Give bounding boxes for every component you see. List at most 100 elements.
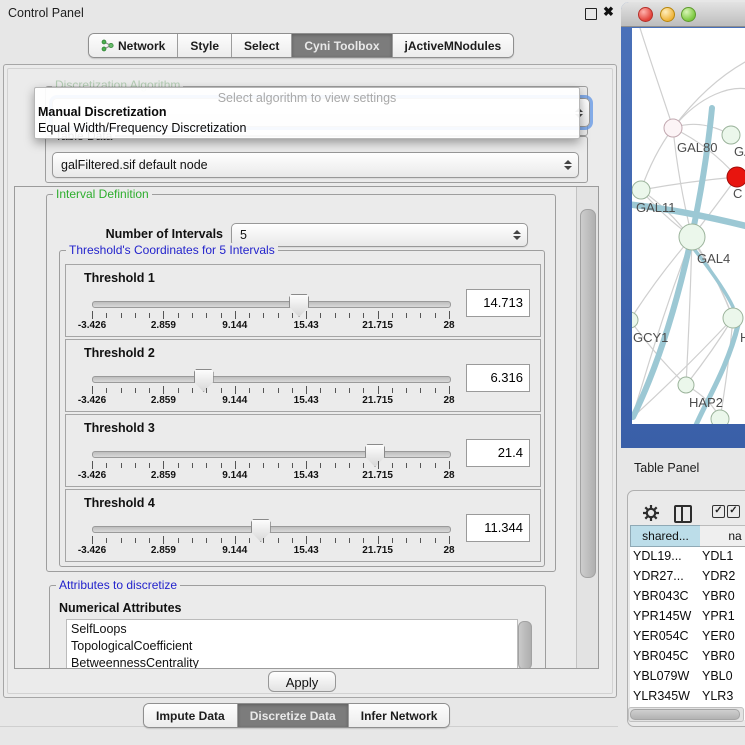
table-row[interactable]: YDL19...YDL1 [630,546,745,566]
tick-mark [192,463,193,468]
tick-mark [221,313,222,318]
tick-mark [206,463,207,468]
tick-label: 9.144 [205,395,265,406]
table-row[interactable]: YDR27...YDR2 [630,566,745,586]
tab-select[interactable]: Select [231,34,291,57]
tab-impute-data[interactable]: Impute Data [144,704,237,727]
tick-mark [192,538,193,543]
slider-thumb[interactable] [194,369,214,392]
minimize-traffic-light-icon[interactable] [660,7,675,22]
list-scrollbar-thumb[interactable] [518,621,532,669]
apply-button[interactable]: Apply [268,671,336,692]
network-node[interactable] [727,167,745,187]
tick-mark [163,536,164,544]
network-window-titlebar[interactable] [621,2,745,27]
network-node[interactable] [678,377,694,393]
cell-name: YLR3 [702,686,733,706]
zoom-traffic-light-icon[interactable] [681,7,696,22]
tick-mark [306,461,307,469]
tick-mark [349,463,350,468]
tick-mark [320,538,321,543]
tick-mark [278,313,279,318]
tick-mark [278,538,279,543]
threshold-value-field[interactable]: 6.316 [466,364,530,392]
algorithm-option[interactable]: Equal Width/Frequency Discretization [38,121,246,135]
tick-mark [221,538,222,543]
column-layout-icon[interactable] [674,505,692,523]
network-node[interactable] [723,308,743,328]
slider-track[interactable] [92,301,451,308]
tick-mark [420,463,421,468]
tab-infer-network[interactable]: Infer Network [348,704,450,727]
network-node[interactable] [632,181,650,199]
tick-mark [206,538,207,543]
table-data-combobox[interactable]: galFiltered.sif default node [52,152,579,178]
slider-track[interactable] [92,376,451,383]
tick-mark [449,386,450,394]
table-row[interactable]: YLR345WYLR3 [630,686,745,706]
threshold-value-field[interactable]: 14.713 [466,289,530,317]
cell-shared-name: YBL079W [633,666,689,686]
threshold-value-field[interactable]: 11.344 [466,514,530,542]
attribute-list-item[interactable]: BetweennessCentrality [67,654,517,669]
network-node[interactable] [711,410,729,424]
network-node[interactable] [632,312,638,328]
tick-mark [363,313,364,318]
tick-label: 28 [419,470,479,481]
column-header-shared[interactable]: shared... [630,525,701,547]
column-header-name[interactable]: na [700,525,745,547]
checkbox-icon[interactable]: ✓ [727,505,740,518]
checkbox-icon[interactable]: ✓ [712,505,725,518]
tick-mark [135,388,136,393]
tick-label: 15.43 [276,395,336,406]
tab-cyni-toolbox[interactable]: Cyni Toolbox [291,34,391,57]
table-hscrollbar-track[interactable] [628,707,744,722]
settings-scrollbar-thumb[interactable] [580,209,596,578]
network-node[interactable] [679,224,705,250]
tab-discretize-data[interactable]: Discretize Data [237,704,348,727]
network-node[interactable] [722,126,740,144]
algorithm-option[interactable]: Manual Discretization [38,105,167,119]
table-row[interactable]: YPR145WYPR1 [630,606,745,626]
network-node[interactable] [664,119,682,137]
table-row[interactable]: YBR043CYBR0 [630,586,745,606]
tab-jactivemnodules[interactable]: jActiveMNodules [392,34,514,57]
settings-scrollbar-track[interactable] [576,187,598,668]
attribute-list-item[interactable]: SelfLoops [67,620,517,637]
threshold-label: Threshold 2 [84,346,155,360]
slider-thumb[interactable] [365,444,385,467]
table-row[interactable]: YBL079WYBL0 [630,666,745,686]
slider-track[interactable] [92,526,451,533]
slider-track[interactable] [92,451,451,458]
table-row[interactable]: YBR045CYBR0 [630,646,745,666]
tick-mark [320,463,321,468]
numerical-attributes-list[interactable]: SelfLoopsTopologicalCoefficientBetweenne… [66,619,518,669]
tick-label: 15.43 [276,320,336,331]
tab-network[interactable]: Network [89,34,177,57]
float-window-icon[interactable] [585,8,597,20]
threshold-value-field[interactable]: 21.4 [466,439,530,467]
table-hscrollbar-thumb[interactable] [630,709,740,720]
close-icon[interactable]: ✖ [603,4,614,20]
number-of-intervals-label: Number of Intervals [73,227,223,241]
node-label: H [740,330,745,345]
threshold-panel: Threshold 3-3.4262.8599.14415.4321.71528… [65,414,541,487]
table-row[interactable]: YER054CYER0 [630,626,745,646]
network-icon [101,39,114,52]
tick-mark [221,388,222,393]
tick-mark [349,538,350,543]
screen: Control Panel ✖ NetworkStyleSelectCyni T… [0,0,745,745]
tick-mark [420,538,421,543]
close-traffic-light-icon[interactable] [638,7,653,22]
tick-mark [121,463,122,468]
tick-label: 2.859 [133,470,193,481]
network-edge [641,128,673,190]
slider-thumb[interactable] [251,519,271,542]
combo-arrows-icon [563,160,572,170]
cell-name: YDL1 [702,546,733,566]
tick-label: 9.144 [205,470,265,481]
attribute-list-item[interactable]: TopologicalCoefficient [67,637,517,654]
tab-style[interactable]: Style [177,34,231,57]
gear-icon[interactable] [641,503,661,523]
network-canvas[interactable]: GAL80GACGAL11GAL4GCY1HHAP2 [632,28,745,424]
